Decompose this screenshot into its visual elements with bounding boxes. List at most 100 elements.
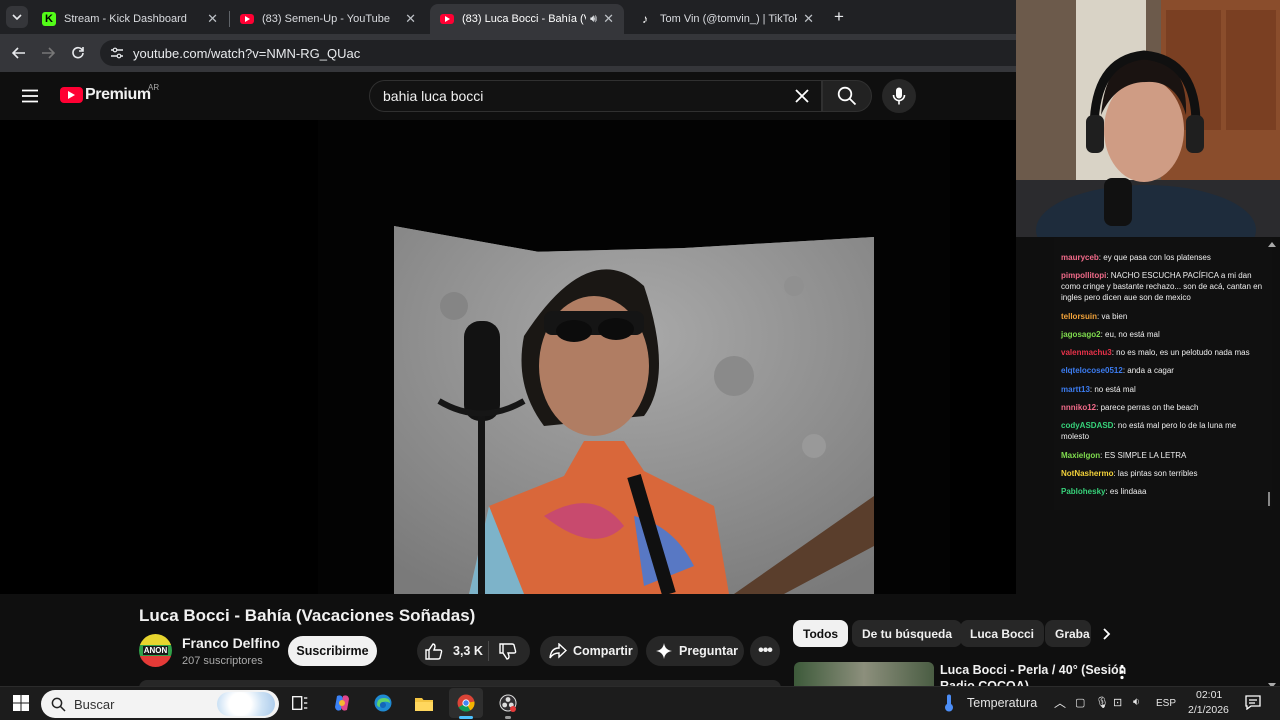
channel-avatar[interactable]: ANON (139, 634, 172, 667)
like-count: 3,3 K (453, 644, 483, 658)
browser-tab-active[interactable]: (83) Luca Bocci - Bahía (Vac 🔊︎ ✕ (430, 4, 624, 34)
browser-tab[interactable]: K Stream - Kick Dashboard ✕ (32, 4, 228, 34)
chat-text: las pintas son terribles (1117, 468, 1198, 478)
chip-search[interactable]: De tu búsqueda (852, 620, 963, 647)
chat-scrollbar[interactable] (1268, 492, 1270, 506)
tray-overflow-icon[interactable]: ︿ (1054, 694, 1066, 711)
chat-text: no está mal (1094, 384, 1136, 394)
chat-message: pimpollitopi: NACHO ESCUCHA PACÍFICA a m… (1061, 271, 1263, 303)
chat-text: ES SIMPLE LA LETRA (1104, 450, 1187, 460)
tab-title: (83) Luca Bocci - Bahía (Vac (462, 13, 586, 25)
speaker-icon[interactable]: 🔊︎ (590, 13, 597, 26)
youtube-icon (240, 14, 254, 24)
tray-mic-icon[interactable]: 🎙︎ (1095, 696, 1109, 709)
youtube-icon (440, 14, 454, 24)
share-label: Compartir (573, 644, 633, 658)
chevron-down-icon (12, 14, 22, 20)
more-actions-button[interactable]: ••• (750, 636, 780, 666)
new-tab-button[interactable]: + (830, 8, 848, 26)
chat-message: elqtelocose0512: anda a cagar (1061, 366, 1174, 376)
file-explorer-icon[interactable] (407, 688, 441, 718)
site-info-icon[interactable] (110, 47, 124, 59)
more-horizontal-icon: ••• (758, 642, 773, 659)
address-bar[interactable]: youtube.com/watch?v=NMN-RG_QUac (100, 40, 1016, 66)
chrome-taskbar-icon[interactable] (449, 688, 483, 718)
browser-tab[interactable]: ♪ Tom Vin (@tomvin_) | TikTok ✕ (628, 4, 824, 34)
region-code: AR (148, 83, 160, 92)
avatar-text: ANON (142, 646, 169, 655)
subscribe-button[interactable]: Suscribirme (288, 636, 377, 666)
search-query: bahia luca bocci (383, 88, 484, 104)
search-button[interactable] (822, 80, 872, 112)
windows-start-icon[interactable] (4, 688, 38, 718)
chat-message: nnniko12: parece perras on the beach (1061, 403, 1199, 413)
weather-icon[interactable] (943, 694, 955, 712)
chat-message: tellorsuin: va bien (1061, 311, 1128, 321)
chat-text: eu, no está mal (1105, 329, 1160, 339)
chip-scroll-right-icon[interactable] (1097, 624, 1117, 644)
chat-message: martt13: no está mal (1061, 384, 1136, 394)
youtube-logo-icon (60, 87, 83, 103)
clock-date[interactable]: 2/1/2026 (1188, 704, 1229, 716)
dislike-button[interactable] (489, 642, 517, 660)
chat-message: mauryceb: ey que pasa con los platenses (1061, 253, 1211, 262)
share-icon (549, 643, 567, 659)
related-thumbnail[interactable] (794, 662, 934, 688)
share-button[interactable]: Compartir (540, 636, 638, 666)
voice-search-button[interactable] (882, 79, 916, 113)
page-scrollbar-arrow-down[interactable] (1268, 676, 1276, 688)
back-icon[interactable] (8, 42, 30, 64)
chat-username: codyASDASD (1061, 421, 1114, 431)
search-input[interactable]: bahia luca bocci (369, 80, 822, 112)
chat-username: Maxielgon (1061, 450, 1101, 460)
clock-time[interactable]: 02:01 (1196, 689, 1222, 701)
reload-icon[interactable] (67, 42, 89, 64)
task-view-icon[interactable] (283, 688, 317, 718)
chat-username: mauryceb (1061, 253, 1099, 262)
ask-button[interactable]: Preguntar (646, 636, 744, 666)
channel-name[interactable]: Franco Delfino (182, 635, 280, 651)
obs-icon[interactable] (491, 688, 525, 718)
close-icon[interactable]: ✕ (405, 11, 416, 27)
video-title: Luca Bocci - Bahía (Vacaciones Soñadas) (139, 606, 476, 625)
language-indicator[interactable]: ESP (1156, 698, 1176, 709)
notifications-icon[interactable] (1245, 695, 1261, 711)
taskbar-search[interactable]: Buscar (41, 690, 279, 718)
network-icon[interactable]: ⊡ (1113, 696, 1122, 709)
chat-message: NotNashermo: las pintas son terribles (1061, 468, 1198, 478)
related-title-line2[interactable]: Radio COCOA) (940, 679, 1029, 686)
edge-icon[interactable] (366, 688, 400, 718)
logo-text: Premium (85, 86, 151, 103)
close-icon[interactable]: ✕ (207, 11, 218, 27)
forward-icon[interactable] (37, 42, 59, 64)
chat-username: valenmachu3 (1061, 348, 1112, 358)
youtube-logo[interactable]: Premium (60, 86, 151, 104)
tray-app-icon[interactable]: ▢ (1075, 696, 1085, 709)
tab-title: (83) Semen-Up - YouTube (262, 13, 390, 25)
play-icon (445, 16, 450, 22)
chat-username: jagosago2 (1061, 329, 1101, 339)
tab-search-button[interactable] (6, 6, 28, 28)
more-vertical-icon[interactable] (1116, 664, 1128, 680)
browser-tab[interactable]: (83) Semen-Up - YouTube ✕ (230, 4, 426, 34)
close-icon[interactable]: ✕ (603, 11, 614, 27)
chip-todos[interactable]: Todos (793, 620, 849, 647)
ask-label: Preguntar (679, 644, 739, 658)
search-icon (837, 86, 857, 106)
kick-icon: K (42, 12, 56, 26)
page-scrollbar-arrow[interactable] (1268, 234, 1276, 247)
weather-label[interactable]: Temperatura (967, 696, 1037, 710)
related-title[interactable]: Luca Bocci - Perla / 40° (Sesión (940, 663, 1126, 677)
sparkle-icon (656, 643, 672, 659)
chip-luca-bocci[interactable]: Luca Bocci (960, 620, 1045, 647)
stream-chat: mauryceb: ey que pasa con los platenses … (1054, 238, 1272, 510)
menu-icon[interactable] (22, 89, 38, 103)
close-icon[interactable]: ✕ (803, 11, 814, 27)
volume-icon[interactable]: 🔉︎ (1133, 696, 1140, 709)
clear-search-icon[interactable] (793, 87, 811, 105)
subscriber-count: 207 suscriptores (182, 655, 263, 667)
chip-graba[interactable]: Graba (1045, 620, 1091, 647)
chat-username: NotNashermo (1061, 468, 1114, 478)
copilot-icon[interactable] (325, 688, 359, 718)
like-button[interactable]: 3,3 K (417, 641, 489, 661)
